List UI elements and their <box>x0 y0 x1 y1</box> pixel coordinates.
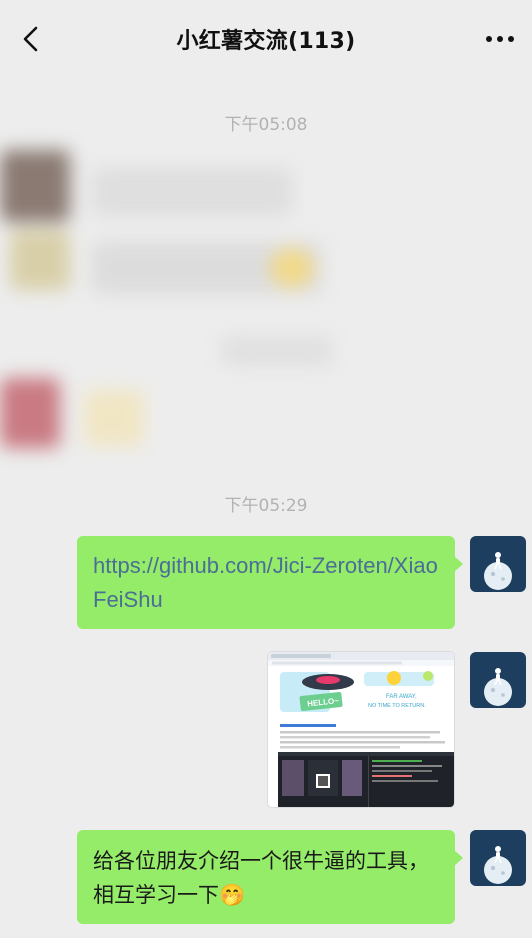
back-button[interactable] <box>14 22 48 56</box>
message-image[interactable]: HELLO~ FAR AWAY, NO TIME TO RETURN. <box>268 652 454 807</box>
banner-text-far-away: FAR AWAY, <box>386 694 417 700</box>
astronaut-moon-icon <box>484 668 512 706</box>
ellipsis-icon <box>486 36 514 42</box>
message-bubble-text[interactable]: 给各位朋友介绍一个很牛逼的工具，相互学习一下🤭 <box>77 830 463 924</box>
avatar[interactable] <box>470 830 526 886</box>
chat-header: 小红薯交流(113) <box>0 0 532 78</box>
message-text: 给各位朋友介绍一个很牛逼的工具，相互学习一下🤭 <box>93 849 429 907</box>
redacted-messages <box>0 150 360 470</box>
message-link-text[interactable]: https://github.com/Jici-Zeroten/XiaoFeiS… <box>77 536 455 630</box>
message-bubble-link[interactable]: https://github.com/Jici-Zeroten/XiaoFeiS… <box>77 536 463 630</box>
timestamp: 下午05:08 <box>224 115 308 135</box>
banner-text-no-time: NO TIME TO RETURN. <box>368 703 426 709</box>
more-options-button[interactable] <box>482 24 518 54</box>
astronaut-moon-icon <box>484 552 512 590</box>
screenshot-thumbnail: HELLO~ FAR AWAY, NO TIME TO RETURN. <box>268 652 454 807</box>
timestamp: 下午05:29 <box>224 496 308 516</box>
chevron-left-icon <box>23 26 38 52</box>
avatar[interactable] <box>470 652 526 708</box>
astronaut-moon-icon <box>484 846 512 884</box>
avatar[interactable] <box>470 536 526 592</box>
chat-title: 小红薯交流(113) <box>176 29 356 54</box>
